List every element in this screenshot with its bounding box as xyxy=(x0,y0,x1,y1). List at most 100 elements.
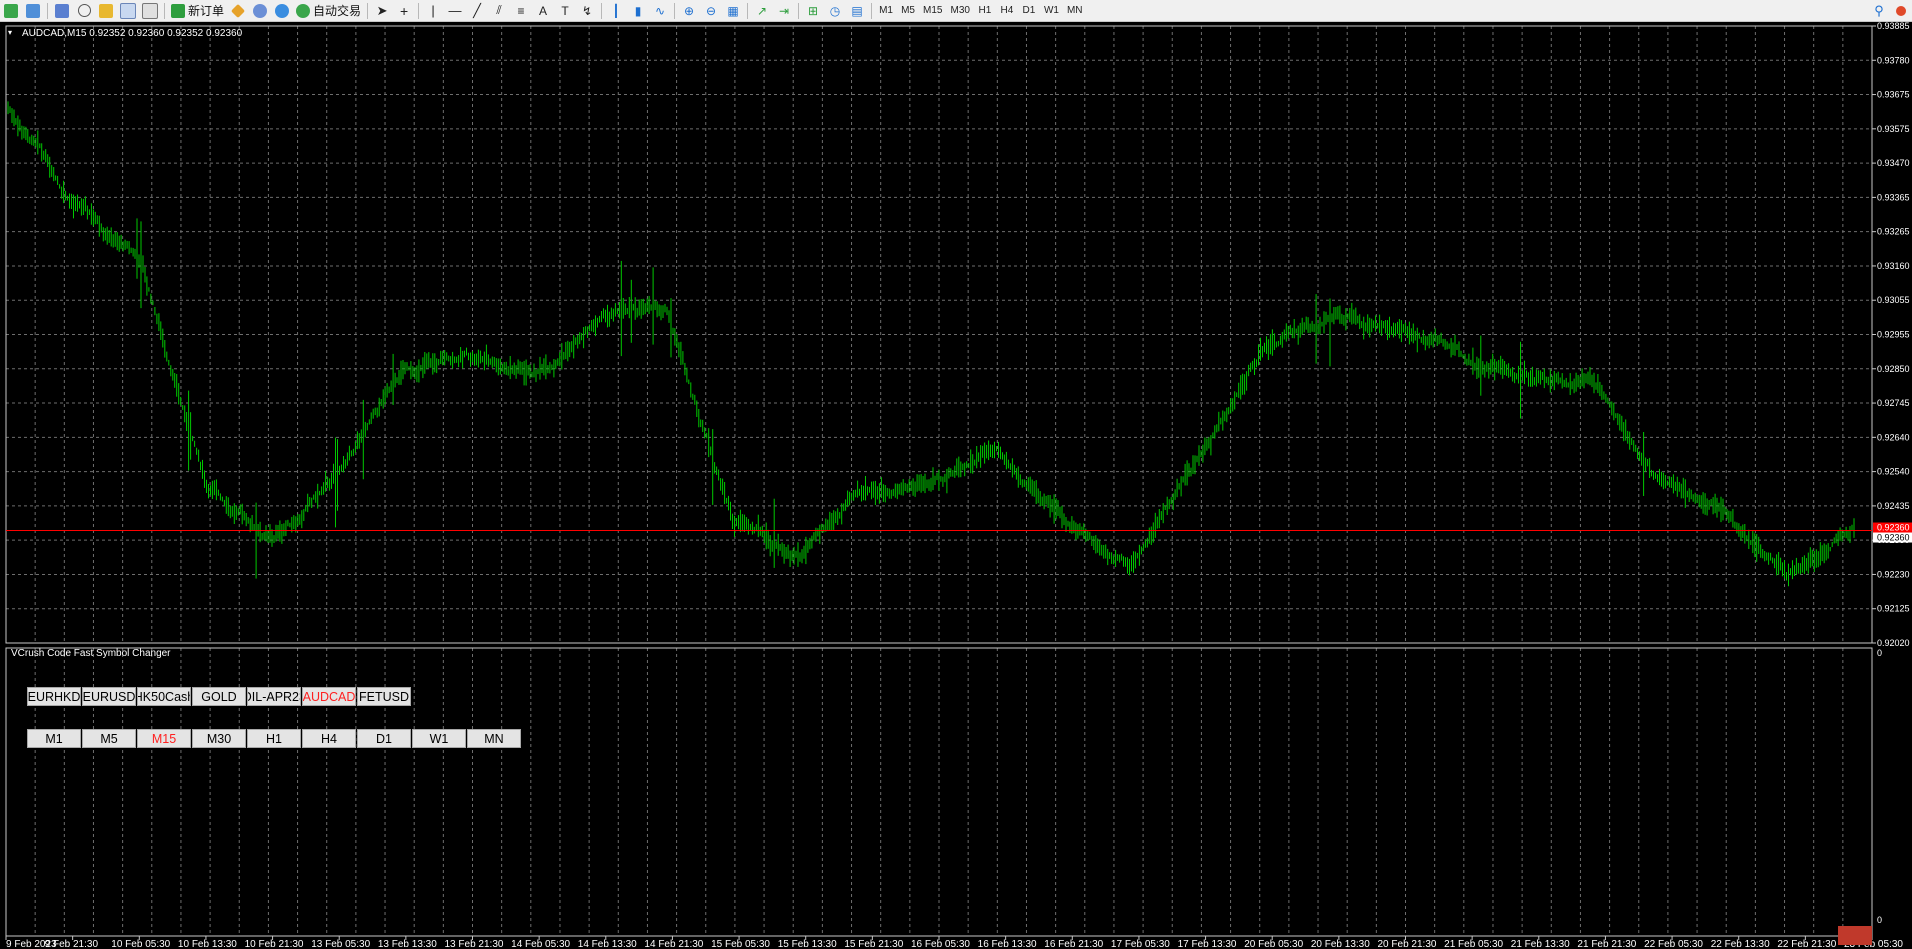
search-button[interactable]: ⚲ xyxy=(1868,1,1890,21)
autoscroll-button[interactable]: ↗ xyxy=(751,1,773,21)
arrows-button[interactable]: ↯ xyxy=(576,1,598,21)
symbol-button-eurhkd[interactable]: EURHKD xyxy=(27,687,81,706)
new-order-button[interactable]: 新订单 xyxy=(168,1,227,21)
price-scale-label: 0.92850 xyxy=(1877,364,1910,374)
tile-windows-icon: ▦ xyxy=(727,3,739,18)
chart-canvas[interactable]: 0.93885 0.93780 0.93675 0.93575 0.93470 0.933… xyxy=(0,22,1912,949)
fibonacci-button[interactable]: ≡ xyxy=(510,1,532,21)
chart-window[interactable]: 0.93885 0.93780 0.93675 0.93575 0.93470 0.933… xyxy=(0,22,1912,949)
horizontal-line-button[interactable]: — xyxy=(444,1,466,21)
time-scale-label: 17 Feb 05:30 xyxy=(1111,939,1170,949)
toolbar-divider xyxy=(164,2,165,19)
timeframe-button-m5[interactable]: M5 xyxy=(82,729,136,748)
market-watch-button[interactable] xyxy=(51,1,73,21)
vertical-line-button[interactable]: | xyxy=(422,1,444,21)
symbol-button-audcad[interactable]: AUDCAD xyxy=(302,687,356,706)
timeframe-button-h1[interactable]: H1 xyxy=(247,729,301,748)
crosshair-icon xyxy=(77,4,91,17)
metaeditor-icon xyxy=(230,3,246,18)
price-scale-label: 0.93470 xyxy=(1877,158,1910,168)
time-scale-label: 15 Feb 13:30 xyxy=(778,939,837,949)
line-chart-button[interactable]: ∿ xyxy=(649,1,671,21)
price-scale-label: 0.92435 xyxy=(1877,501,1910,511)
toolbar-divider xyxy=(871,2,873,19)
symbol-button-oil-apr23[interactable]: OIL-APR23 xyxy=(247,687,301,706)
toolbar-divider xyxy=(798,2,800,19)
terminal-button[interactable] xyxy=(117,1,139,21)
timeframe-button-m30[interactable]: M30 xyxy=(192,729,246,748)
symbol-button-eurusd[interactable]: EURUSD xyxy=(82,687,136,706)
price-scale-label: 0.93885 xyxy=(1877,22,1910,31)
candlestick-icon: ▮ xyxy=(634,3,642,18)
toolbar-divider xyxy=(747,2,749,19)
text-label-button[interactable]: T xyxy=(554,1,576,21)
symbol-button-gold[interactable]: GOLD xyxy=(192,687,246,706)
channel-icon: ⫽ xyxy=(496,3,502,17)
symbol-button-fetusd[interactable]: FETUSD xyxy=(357,687,411,706)
text-tool-button[interactable]: A xyxy=(532,1,554,21)
tf-m15-button[interactable]: M15 xyxy=(919,1,946,21)
periods-button[interactable]: ◷ xyxy=(824,1,846,21)
horizontal-line-icon: — xyxy=(448,3,462,18)
time-scale-label: 10 Feb 05:30 xyxy=(111,939,170,949)
toolbar-divider xyxy=(418,2,420,19)
time-scale-label: 14 Feb 05:30 xyxy=(511,939,570,949)
cursor-icon: ➤ xyxy=(376,2,388,18)
templates-button[interactable]: ▤ xyxy=(846,1,868,21)
timeframe-button-w1[interactable]: W1 xyxy=(412,729,466,748)
timeframe-button-h4[interactable]: H4 xyxy=(302,729,356,748)
time-scale-label: 16 Feb 05:30 xyxy=(911,939,970,949)
chart-shift-button[interactable]: ⇥ xyxy=(773,1,795,21)
bar-chart-icon: ┃ xyxy=(612,3,620,18)
tf-d1-button[interactable]: D1 xyxy=(1018,1,1040,21)
chart-menu-arrow-icon[interactable]: ▾ xyxy=(8,28,12,37)
chart-header: AUDCAD,M15 0.92352 0.92360 0.92352 0.923… xyxy=(22,28,243,39)
price-scale-label: 0.92745 xyxy=(1877,398,1910,408)
crosshair-tool-button[interactable]: + xyxy=(393,1,415,21)
current-price-tag-label: 0.92360 xyxy=(1877,523,1910,533)
cursor-tool-button[interactable]: ➤ xyxy=(371,1,393,21)
tf-w1-button[interactable]: W1 xyxy=(1040,1,1063,21)
tf-m1-button[interactable]: M1 xyxy=(875,1,897,21)
auto-trading-button[interactable]: 自动交易 xyxy=(293,1,364,21)
timeframe-button-d1[interactable]: D1 xyxy=(357,729,411,748)
tf-h1-button[interactable]: H1 xyxy=(974,1,996,21)
navigator-button[interactable] xyxy=(95,1,117,21)
metaeditor-button[interactable] xyxy=(227,1,249,21)
notifications-button[interactable] xyxy=(1890,1,1912,21)
text-tool-icon: A xyxy=(539,3,548,18)
timeframe-button-m15[interactable]: M15 xyxy=(137,729,191,748)
zoom-out-button[interactable]: ⊖ xyxy=(700,1,722,21)
timeframe-button-mn[interactable]: MN xyxy=(467,729,521,748)
tf-h4-button[interactable]: H4 xyxy=(996,1,1018,21)
channel-button[interactable]: ⫽ xyxy=(488,1,510,21)
symbol-button-hk50cash[interactable]: HK50Cash xyxy=(137,687,191,706)
auto-trading-label: 自动交易 xyxy=(313,4,362,18)
zoom-out-icon: ⊖ xyxy=(706,3,717,18)
bar-chart-button[interactable]: ┃ xyxy=(605,1,627,21)
zoom-in-button[interactable]: ⊕ xyxy=(678,1,700,21)
price-scale-label: 0.92640 xyxy=(1877,432,1910,442)
profiles-button[interactable] xyxy=(22,1,44,21)
main-toolbar: 新订单 自动交易 ➤ + | — ╱ ⫽ ≡ A T ↯ ┃ ▮ ∿ ⊕ ⊖ ▦… xyxy=(0,0,1912,22)
tile-windows-button[interactable]: ▦ xyxy=(722,1,744,21)
timeframe-button-m1[interactable]: M1 xyxy=(27,729,81,748)
time-scale-label: 16 Feb 21:30 xyxy=(1044,939,1103,949)
signals-icon xyxy=(275,3,290,18)
trendline-button[interactable]: ╱ xyxy=(466,1,488,21)
tf-m5-button[interactable]: M5 xyxy=(897,1,919,21)
toolbar-divider xyxy=(601,2,603,19)
tf-m30-button[interactable]: M30 xyxy=(946,1,973,21)
signals-button[interactable] xyxy=(271,1,293,21)
tf-mn-button[interactable]: MN xyxy=(1063,1,1087,21)
time-scale-label: 14 Feb 21:30 xyxy=(644,939,703,949)
candlestick-button[interactable]: ▮ xyxy=(627,1,649,21)
new-chart-button[interactable] xyxy=(0,1,22,21)
indicators-button[interactable]: ⊞ xyxy=(802,1,824,21)
community-button[interactable] xyxy=(249,1,271,21)
price-scale-label: 0.93160 xyxy=(1877,261,1910,271)
time-scale-label: 17 Feb 13:30 xyxy=(1178,939,1237,949)
data-window-button[interactable] xyxy=(73,1,95,21)
line-chart-icon: ∿ xyxy=(655,3,666,18)
strategy-tester-button[interactable] xyxy=(139,1,161,21)
